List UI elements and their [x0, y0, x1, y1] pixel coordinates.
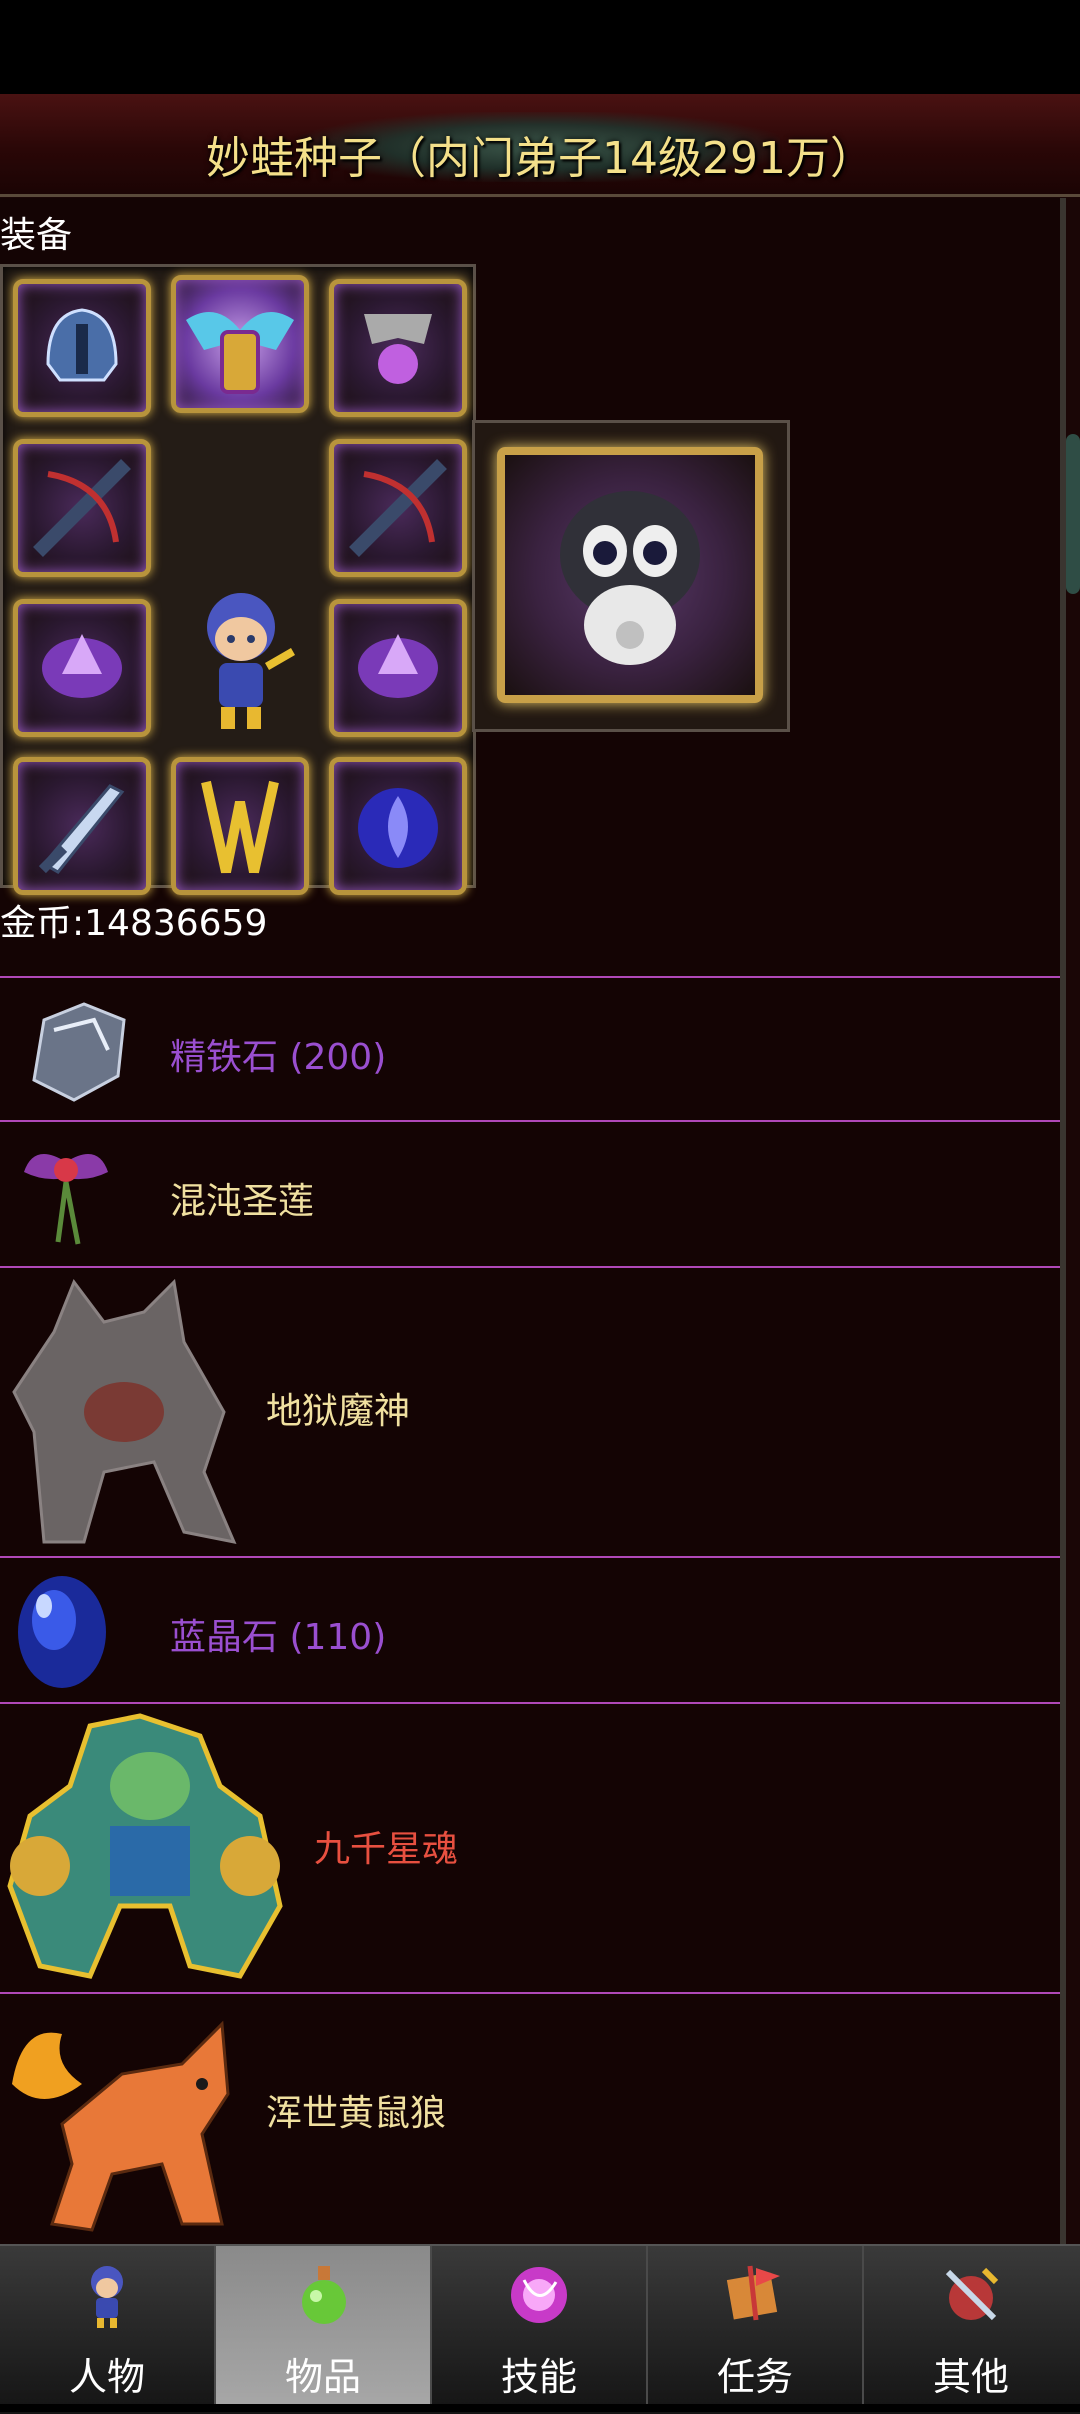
item-name: 浑世黄鼠狼 [266, 2093, 447, 2134]
panda-pet-icon [560, 491, 700, 665]
equip-slot-necklace[interactable] [171, 275, 309, 413]
flame-orb-icon [358, 788, 438, 868]
beast-warrior-icon [7, 1713, 283, 1979]
equip-slot-weapon-right[interactable] [329, 439, 467, 577]
equip-slot-sword[interactable] [13, 757, 151, 895]
other-icon [945, 2267, 999, 2321]
blue-crystal-icon [18, 1576, 106, 1688]
tab-items[interactable]: 物品 [216, 2246, 432, 2412]
equip-slot-bracer-left[interactable] [13, 599, 151, 737]
equip-slot-ornament[interactable] [329, 279, 467, 417]
bottom-tab-bar: 人物 物品 技能 任务 其他 [0, 2244, 1080, 2414]
bow-icon [349, 459, 447, 557]
ornament-icon [364, 314, 432, 384]
purple-bracer-icon [42, 634, 122, 698]
system-home-bar [0, 2404, 1080, 2412]
equip-slot-bracer-right[interactable] [329, 599, 467, 737]
pet-panel [472, 420, 790, 732]
lotus-icon [24, 1154, 108, 1245]
pet-slot[interactable] [497, 447, 763, 703]
character-icon [91, 2266, 123, 2328]
quest-icon [726, 2265, 780, 2321]
demon-icon [12, 1278, 237, 1545]
tab-label: 任务 [716, 2355, 793, 2399]
title-bar: 妙蛙种子（内门弟子14级291万） [0, 94, 1080, 197]
tab-label: 物品 [284, 2355, 361, 2399]
tab-label: 其他 [932, 2355, 1009, 2399]
equip-slot-helmet[interactable] [13, 279, 151, 417]
sword-icon [38, 784, 125, 874]
list-item[interactable]: 蓝晶石 (110) [0, 1556, 1060, 1704]
list-item[interactable]: 精铁石 (200) [0, 976, 1060, 1122]
tab-label: 人物 [68, 2355, 145, 2399]
ore-icon [32, 1002, 126, 1102]
inventory-window: 妙蛙种子（内门弟子14级291万） 装备 金币:14836659 精铁石 (20… [0, 94, 1080, 2244]
equipment-panel [0, 264, 476, 895]
equip-slot-armor[interactable] [171, 757, 309, 895]
potion-icon [302, 2266, 346, 2324]
necklace-icon [186, 312, 294, 394]
skill-orb-icon [511, 2267, 567, 2323]
list-item[interactable]: 九千星魂 [0, 1702, 1060, 1994]
equip-slot-orb[interactable] [329, 757, 467, 895]
equipment-label: 装备 [0, 215, 73, 256]
hero-character-avatar [207, 593, 295, 729]
list-item[interactable]: 混沌圣莲 [0, 1120, 1060, 1268]
equip-slot-weapon-left[interactable] [13, 439, 151, 577]
tab-skills[interactable]: 技能 [432, 2246, 648, 2412]
tab-quests[interactable]: 任务 [648, 2246, 864, 2412]
character-title: 妙蛙种子（内门弟子14级291万） [206, 133, 874, 184]
item-name: 蓝晶石 (110) [170, 1617, 387, 1658]
fire-weasel-icon [12, 2020, 230, 2232]
item-name: 九千星魂 [314, 1829, 459, 1870]
tab-label: 技能 [500, 2355, 577, 2399]
golden-armor-icon [201, 780, 279, 874]
purple-bracer-icon [358, 634, 438, 698]
bow-icon [33, 459, 131, 557]
list-item[interactable]: 浑世黄鼠狼 [0, 1992, 1060, 2244]
status-bar [0, 0, 1080, 94]
tab-other[interactable]: 其他 [864, 2246, 1078, 2412]
tab-character[interactable]: 人物 [0, 2246, 216, 2412]
list-item[interactable]: 地狱魔神 [0, 1266, 1060, 1558]
helmet-icon [46, 308, 118, 382]
item-name: 地狱魔神 [266, 1391, 411, 1432]
item-name: 精铁石 (200) [170, 1037, 387, 1078]
item-name: 混沌圣莲 [170, 1181, 315, 1222]
scroll-handle[interactable] [1066, 434, 1080, 594]
gold-balance: 金币:14836659 [0, 903, 268, 944]
